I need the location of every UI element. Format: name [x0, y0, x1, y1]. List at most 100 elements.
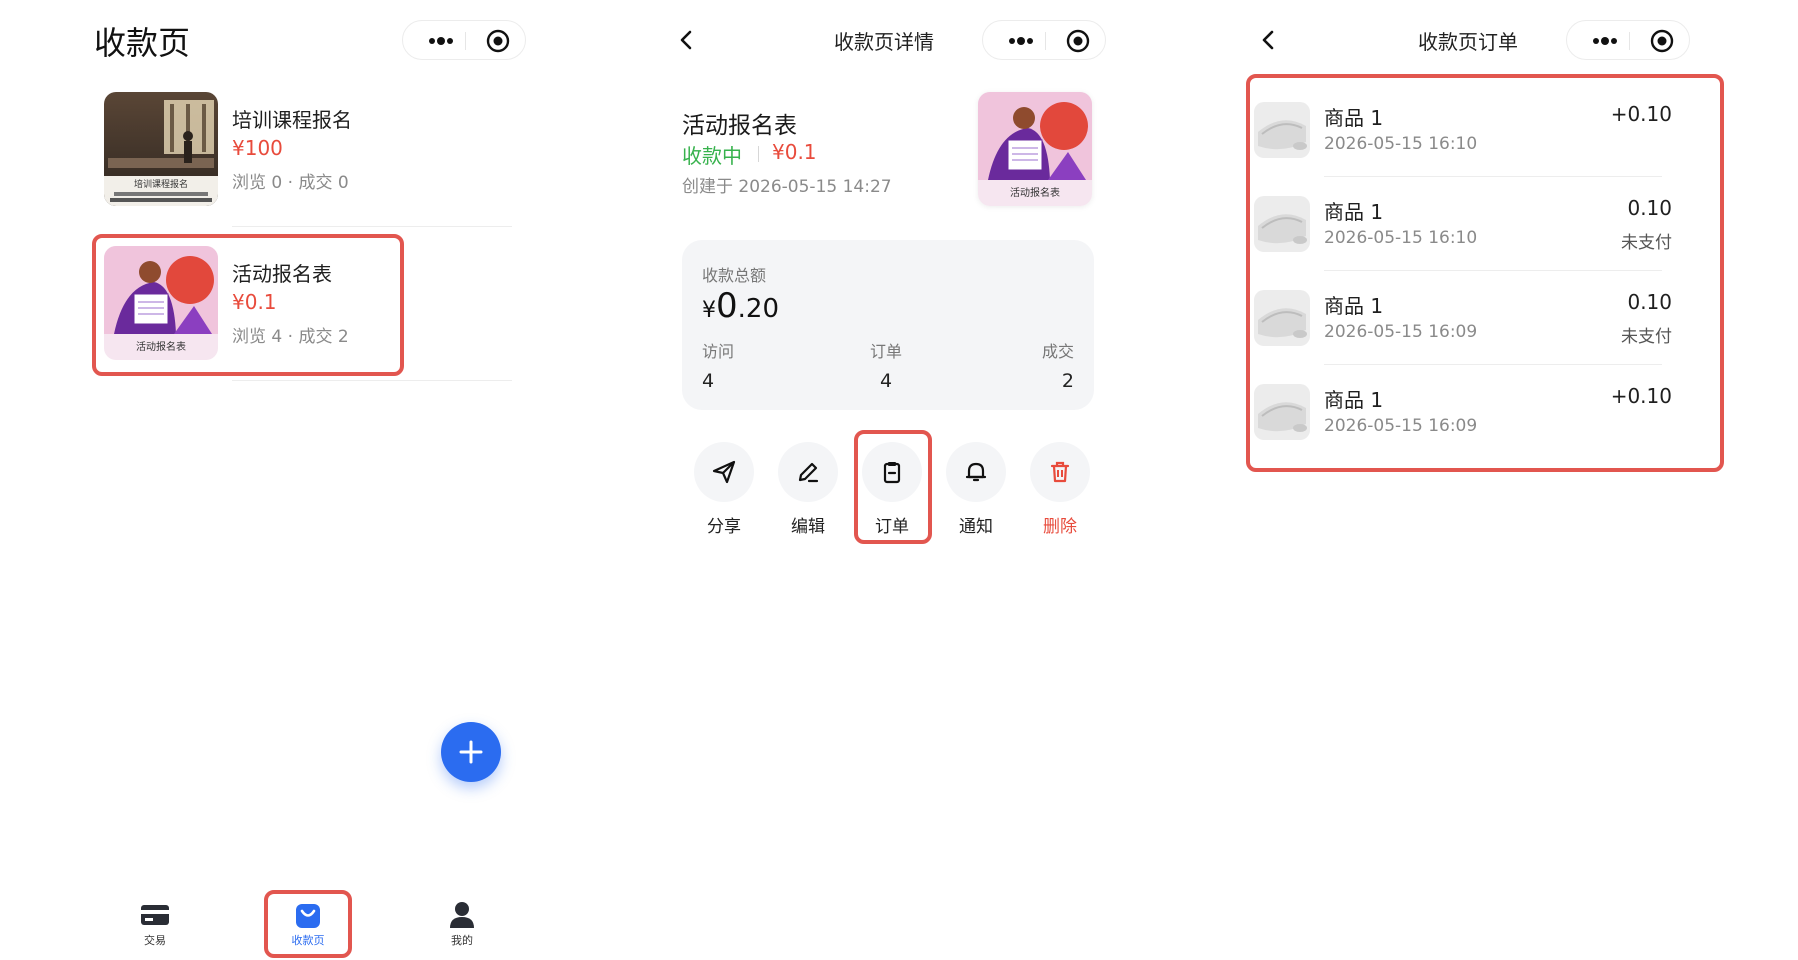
order-status: 未支付 — [1621, 233, 1672, 253]
nav-title: 收款页订单 — [1418, 30, 1518, 54]
summary-amount: ¥0.20 — [702, 286, 779, 326]
notify-button[interactable]: 通知 — [946, 442, 1006, 537]
capsule-divider — [1045, 32, 1046, 50]
send-icon — [712, 460, 736, 484]
stat-value: 2 — [1061, 370, 1074, 392]
pencil-icon — [798, 462, 819, 483]
more-icon[interactable] — [421, 21, 461, 61]
list-item[interactable]: 活动报名表 活动报名表 ¥0.1 浏览 4 · 成交 2 — [92, 246, 512, 386]
item-views: 浏览 4 — [232, 327, 283, 347]
order-name: 商品 1 — [1324, 294, 1384, 318]
share-button[interactable]: 分享 — [694, 442, 754, 537]
stat-deals: 成交 2 — [1042, 338, 1074, 392]
stat-label: 访问 — [702, 342, 735, 361]
close-miniprogram-icon[interactable] — [1645, 21, 1679, 61]
capsule-divider — [465, 32, 466, 50]
thumb-caption: 培训课程报名 — [134, 178, 188, 190]
action-label: 订单 — [875, 517, 909, 537]
action-label: 通知 — [959, 517, 993, 537]
stats-dot: · — [287, 173, 294, 193]
item-name: 活动报名表 — [232, 262, 332, 286]
list-item[interactable]: 培训课程报名 培训课程报名 ¥100 浏览 0 · 成交 0 — [92, 92, 512, 232]
product-image — [1254, 196, 1310, 252]
order-amount: 0.10 — [1627, 196, 1672, 220]
order-amount: +0.10 — [1610, 102, 1672, 126]
order-row[interactable]: 商品 1 2026-05-15 16:09 +0.10 — [1254, 364, 1682, 458]
trash-icon — [1050, 461, 1070, 483]
event-thumbnail: 活动报名表 — [104, 246, 218, 360]
product-image — [1254, 384, 1310, 440]
action-label: 删除 — [1043, 517, 1077, 537]
created-time: 创建于 2026-05-15 14:27 — [682, 177, 892, 197]
order-time: 2026-05-15 16:09 — [1324, 322, 1478, 342]
tab-trade[interactable]: 交易 — [115, 900, 195, 948]
thumb-caption: 活动报名表 — [1010, 186, 1060, 199]
bag-icon — [296, 904, 320, 928]
chevron-left-icon — [680, 30, 692, 50]
nav-title: 收款页详情 — [834, 30, 934, 54]
tab-payment-pages[interactable]: 收款页 — [268, 900, 348, 948]
order-name: 商品 1 — [1324, 200, 1384, 224]
close-miniprogram-icon[interactable] — [1061, 21, 1095, 61]
event-thumbnail: 活动报名表 — [978, 92, 1092, 206]
tab-label: 交易 — [144, 934, 166, 947]
item-price: ¥0.1 — [232, 290, 277, 314]
payment-page-orders-screen: 收款页订单 商品 1 2026-05-15 16:10 +0.10 商品 1 2… — [1152, 0, 1798, 960]
bell-icon — [965, 462, 987, 482]
stat-orders: 订单 4 — [870, 338, 902, 392]
payment-pages-screen: 收款页 培训课程报名 培训课程报名 ¥100 浏览 0 · 成交 0 活动报名表… — [0, 0, 576, 960]
tab-label: 收款页 — [291, 934, 325, 947]
back-button[interactable] — [1250, 22, 1286, 58]
order-row[interactable]: 商品 1 2026-05-15 16:10 +0.10 — [1254, 82, 1682, 176]
chevron-left-icon — [1262, 30, 1274, 50]
order-amount: 0.10 — [1627, 290, 1672, 314]
stat-label: 订单 — [870, 342, 903, 361]
divider — [232, 380, 512, 381]
order-row[interactable]: 商品 1 2026-05-15 16:09 0.10 未支付 — [1254, 270, 1682, 364]
plus-icon — [459, 740, 483, 764]
order-name: 商品 1 — [1324, 106, 1384, 130]
product-image — [1254, 290, 1310, 346]
status-badge: 收款中 — [682, 144, 742, 168]
amount-decimal: .20 — [737, 294, 779, 324]
edit-button[interactable]: 编辑 — [778, 442, 838, 537]
stat-label: 成交 — [1041, 342, 1074, 361]
order-time: 2026-05-15 16:09 — [1324, 416, 1478, 436]
capsule-divider — [1629, 32, 1630, 50]
divider — [232, 226, 512, 227]
mini-program-capsule — [982, 20, 1106, 60]
summary-card: 收款总额 ¥0.20 访问 4 订单 4 成交 2 — [682, 240, 1094, 410]
stat-value: 4 — [702, 370, 715, 392]
item-stats: 浏览 4 · 成交 2 — [232, 322, 349, 347]
order-row[interactable]: 商品 1 2026-05-15 16:10 0.10 未支付 — [1254, 176, 1682, 270]
back-button[interactable] — [668, 22, 704, 58]
clipboard-icon — [883, 462, 901, 484]
amount-integer: 0 — [716, 286, 738, 326]
payment-page-detail-screen: 收款页详情 活动报名表 收款中 ¥0.1 创建于 2026-05-15 14:2… — [576, 0, 1152, 960]
order-time: 2026-05-15 16:10 — [1324, 134, 1478, 154]
item-price: ¥100 — [232, 136, 283, 160]
card-icon — [141, 905, 169, 925]
item-views: 浏览 0 — [232, 173, 283, 193]
tab-mine[interactable]: 我的 — [422, 900, 502, 948]
orders-button[interactable]: 订单 — [862, 442, 922, 537]
order-amount: +0.10 — [1610, 384, 1672, 408]
close-miniprogram-icon[interactable] — [481, 21, 515, 61]
delete-button[interactable]: 删除 — [1030, 442, 1090, 537]
product-image — [1254, 102, 1310, 158]
stats-dot: · — [287, 327, 294, 347]
status-divider — [758, 146, 759, 162]
detail-price: ¥0.1 — [772, 140, 817, 164]
more-icon[interactable] — [1585, 21, 1625, 61]
currency-symbol: ¥ — [702, 298, 716, 323]
order-status: 未支付 — [1621, 327, 1672, 347]
summary-label: 收款总额 — [702, 266, 767, 285]
action-label: 分享 — [707, 517, 741, 537]
thumb-caption: 活动报名表 — [136, 340, 186, 353]
user-icon — [450, 902, 474, 928]
more-icon[interactable] — [1001, 21, 1041, 61]
add-button[interactable] — [441, 722, 501, 782]
item-name: 培训课程报名 — [232, 108, 352, 132]
mini-program-capsule — [1566, 20, 1690, 60]
item-deals: 成交 2 — [298, 327, 349, 347]
